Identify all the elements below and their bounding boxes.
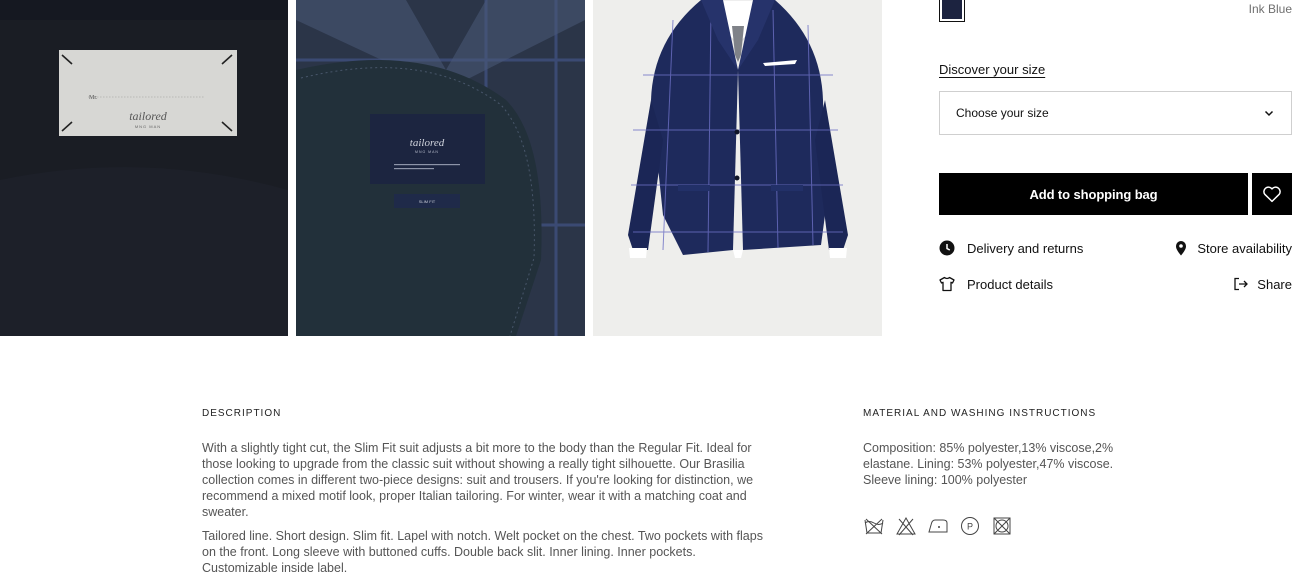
size-select[interactable]: Choose your size xyxy=(939,91,1292,135)
color-swatch-fill xyxy=(942,0,962,19)
description-paragraph-1: With a slightly tight cut, the Slim Fit … xyxy=(202,441,754,519)
location-pin-icon xyxy=(1176,241,1187,256)
dry-clean-p-icon: P xyxy=(961,517,979,535)
selected-color-name: Ink Blue xyxy=(1248,2,1292,16)
add-to-bag-button[interactable]: Add to shopping bag xyxy=(939,173,1248,215)
care-icons: P xyxy=(863,515,1133,537)
iron-low-icon xyxy=(928,519,948,533)
chevron-down-icon xyxy=(1264,110,1274,117)
size-select-label: Choose your size xyxy=(956,106,1049,120)
do-not-wash-icon xyxy=(864,518,884,535)
suit-jacket-photo[interactable] xyxy=(593,0,882,336)
color-swatch-ink-blue[interactable] xyxy=(939,0,965,22)
product-details-link[interactable]: Product details xyxy=(939,276,1053,292)
share-link[interactable]: Share xyxy=(1233,276,1292,292)
share-icon xyxy=(1234,277,1249,291)
svg-text:tailored: tailored xyxy=(410,137,445,149)
tshirt-icon xyxy=(939,276,955,292)
store-availability-link[interactable]: Store availability xyxy=(1173,240,1292,256)
do-not-tumble-dry-icon xyxy=(993,517,1011,535)
delivery-returns-label: Delivery and returns xyxy=(967,240,1084,256)
product-details-label: Product details xyxy=(967,276,1053,292)
share-label: Share xyxy=(1257,276,1292,292)
material-section: MATERIAL AND WASHING INSTRUCTIONS Compos… xyxy=(863,408,1133,537)
clock-icon xyxy=(939,240,955,256)
suit-inner-label-photo[interactable]: Mr. tailored MNG MAN xyxy=(0,0,288,336)
material-title: MATERIAL AND WASHING INSTRUCTIONS xyxy=(863,408,1097,419)
suit-lining-label-photo[interactable]: tailored MNG MAN SLIM FIT xyxy=(296,0,585,336)
delivery-returns-link[interactable]: Delivery and returns xyxy=(939,240,1083,256)
description-section: DESCRIPTION With a slightly tight cut, t… xyxy=(202,408,772,576)
composition-text: Composition: 85% polyester,13% viscose,2… xyxy=(863,441,1114,487)
discover-size-link[interactable]: Discover your size xyxy=(939,62,1045,77)
favorite-button[interactable] xyxy=(1252,173,1292,215)
description-title: DESCRIPTION xyxy=(202,408,282,419)
svg-text:MNG MAN: MNG MAN xyxy=(415,150,439,154)
svg-text:tailored: tailored xyxy=(129,109,168,123)
label-mr-text: Mr. xyxy=(89,95,98,101)
svg-text:P: P xyxy=(967,522,973,532)
svg-text:SLIM FIT: SLIM FIT xyxy=(419,199,436,204)
description-paragraph-2: Tailored line. Short design. Slim fit. L… xyxy=(202,529,763,575)
do-not-bleach-icon xyxy=(896,516,916,536)
store-availability-label: Store availability xyxy=(1197,240,1292,256)
heart-icon xyxy=(1263,186,1281,203)
svg-text:MNG MAN: MNG MAN xyxy=(135,124,161,129)
